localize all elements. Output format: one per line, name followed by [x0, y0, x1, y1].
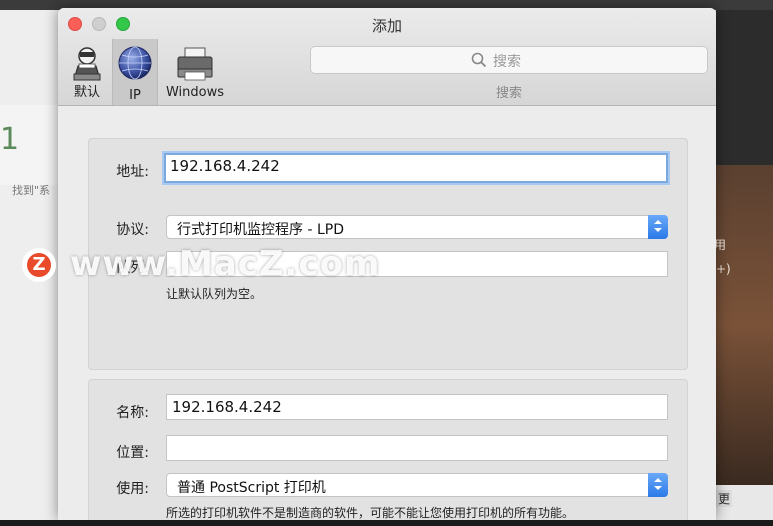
popup-arrows-icon [648, 473, 668, 497]
location-label: 位置: [116, 445, 149, 461]
window-title: 添加 [371, 17, 402, 35]
address-label: 地址: [116, 164, 149, 180]
search-icon [471, 52, 487, 68]
toolbar-item-label: IP [129, 88, 141, 103]
search-label: 搜索 [495, 86, 522, 101]
toolbar-item-default[interactable]: 默认 [66, 40, 108, 102]
ip-globe-icon [118, 46, 152, 80]
toolbar-item-ip[interactable]: IP [112, 39, 158, 105]
use-label: 使用: [116, 481, 149, 497]
bottom-edge [0, 520, 773, 526]
toolbar-item-windows[interactable]: Windows [162, 40, 228, 102]
background-right-desktop [716, 165, 773, 485]
search-placeholder: 搜索 [493, 54, 521, 70]
background-number: 1 [0, 122, 20, 157]
printer-info-panel: 名称: 192.168.4.242 位置: 使用: 普通 PostScript … [88, 379, 688, 520]
use-popup[interactable]: 普通 PostScript 打印机 [166, 473, 668, 497]
windows-printer-icon [177, 47, 213, 81]
background-right-label: +) [716, 262, 731, 276]
toolbar-item-label: Windows [165, 85, 225, 100]
protocol-label: 协议: [116, 222, 149, 238]
queue-hint: 让默认队列为空。 [166, 287, 263, 301]
background-left-text: 找到"系 [12, 184, 51, 197]
popup-arrows-icon [648, 215, 668, 239]
name-label: 名称: [116, 405, 149, 421]
protocol-popup[interactable]: 行式打印机监控程序 - LPD [166, 215, 668, 239]
location-field[interactable] [166, 435, 668, 461]
dialog-toolbar: 添加 默认 IP Windows 搜索 搜索 [58, 8, 716, 106]
search-input[interactable]: 搜索 [310, 46, 708, 74]
use-value: 普通 PostScript 打印机 [177, 480, 326, 496]
background-right-label: 更 [716, 490, 733, 507]
watermark-text: www.MacZ.com [70, 244, 381, 284]
background-right-top [716, 10, 773, 165]
use-hint: 所选的打印机软件不是制造商的软件，可能不能让您使用打印机的所有功能。 [166, 506, 575, 520]
watermark-logo-letter: Z [32, 254, 46, 275]
address-field[interactable]: 192.168.4.242 [164, 153, 668, 183]
name-field[interactable]: 192.168.4.242 [166, 394, 668, 420]
toolbar-item-label: 默认 [73, 85, 100, 100]
default-printer-icon [73, 47, 101, 81]
protocol-value: 行式打印机监控程序 - LPD [177, 222, 344, 238]
